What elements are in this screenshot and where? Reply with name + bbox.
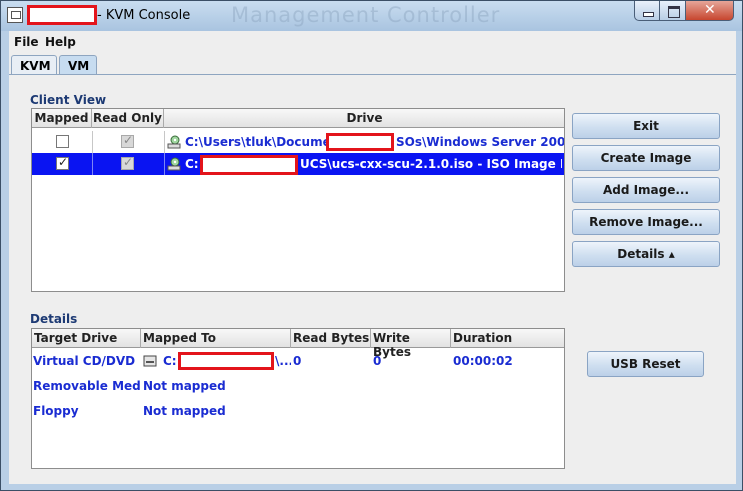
drive-path-prefix: C: <box>185 157 199 171</box>
table-row[interactable]: ✓ C:\Users\tluk\Documents SOs\Windows Se… <box>32 131 564 153</box>
kvm-console-window: Management Controller - KVM Console ✕ Fi… <box>0 0 743 491</box>
table-row-selected[interactable]: ✓ ✓ C: UCS\ucs-cxx-scu-2.1.0.iso - ISO I… <box>32 153 564 175</box>
cell-divider <box>164 153 165 175</box>
table-row: Floppy Not mapped <box>32 400 564 422</box>
redacted-path <box>178 352 274 370</box>
table-row: Virtual CD/DVD C: \... 0 0 00:00:02 <box>32 350 564 372</box>
window-icon <box>7 7 23 23</box>
mapped-to-prefix: Not mapped <box>143 379 226 393</box>
target-drive: Virtual CD/DVD <box>33 354 136 368</box>
menu-bar: File Help <box>9 31 736 53</box>
client-view-label: Client View <box>30 93 107 107</box>
usb-reset-button[interactable]: USB Reset <box>587 351 704 377</box>
details-button[interactable]: Details ▴ <box>572 241 720 267</box>
mapped-checkbox[interactable] <box>56 135 69 148</box>
tab-strip: KVM VM <box>9 55 736 75</box>
col-target-drive[interactable]: Target Drive <box>32 329 141 348</box>
cell-divider <box>92 153 93 175</box>
cd-drive-icon <box>143 355 157 367</box>
read-bytes: 0 <box>293 354 302 368</box>
col-mapped-to[interactable]: Mapped To <box>141 329 291 348</box>
title-bar[interactable]: Management Controller - KVM Console ✕ <box>1 1 742 31</box>
mapped-to-prefix: Not mapped <box>143 404 226 418</box>
title-watermark: Management Controller <box>231 3 501 27</box>
mapped-to-suffix: \... <box>275 354 291 368</box>
tab-kvm[interactable]: KVM <box>11 55 57 75</box>
mapped-checkbox[interactable]: ✓ <box>56 155 69 170</box>
details-label: Details <box>30 312 78 326</box>
cd-drive-icon <box>167 135 181 149</box>
create-image-button[interactable]: Create Image <box>572 145 720 171</box>
write-bytes: 0 <box>373 354 382 368</box>
col-drive[interactable]: Drive <box>164 109 565 128</box>
tab-vm[interactable]: VM <box>59 55 97 75</box>
minimize-icon[interactable] <box>634 1 660 21</box>
tab-divider <box>9 74 736 75</box>
table-row: Removable Media Not mapped <box>32 375 564 397</box>
client-view-table[interactable]: Mapped Read Only Drive ✓ C:\Users\tluk\D… <box>31 108 565 292</box>
remove-image-button[interactable]: Remove Image... <box>572 209 720 235</box>
duration: 00:00:02 <box>453 354 513 368</box>
redacted-path <box>200 155 298 175</box>
read-only-checkbox: ✓ <box>121 133 134 148</box>
details-header: Target Drive Mapped To Read Bytes Write … <box>32 329 565 359</box>
cd-drive-icon <box>167 157 181 171</box>
target-drive: Floppy <box>33 404 79 418</box>
redacted-path <box>326 133 394 151</box>
maximize-icon[interactable] <box>660 1 686 21</box>
col-read-only[interactable]: Read Only <box>92 109 164 128</box>
drive-path-suffix: SOs\Windows Server 2008 ... <box>396 135 564 149</box>
redacted-hostname <box>27 5 97 25</box>
menu-help[interactable]: Help <box>45 35 76 49</box>
exit-button[interactable]: Exit <box>572 113 720 139</box>
drive-path-suffix: UCS\ucs-cxx-scu-2.1.0.iso - ISO Image Fi… <box>300 157 562 171</box>
cell-divider <box>164 131 165 153</box>
add-image-button[interactable]: Add Image... <box>572 177 720 203</box>
drive-path-prefix: C:\Users\tluk\Documents <box>185 135 326 149</box>
client-area: File Help KVM VM Client View Mapped Read… <box>9 31 736 484</box>
close-icon[interactable]: ✕ <box>686 1 734 21</box>
menu-file[interactable]: File <box>14 35 39 49</box>
col-write-bytes[interactable]: Write Bytes <box>371 329 451 359</box>
window-title: - KVM Console <box>97 8 191 23</box>
read-only-checkbox: ✓ <box>121 155 134 170</box>
details-table[interactable]: Target Drive Mapped To Read Bytes Write … <box>31 328 565 469</box>
col-duration[interactable]: Duration <box>451 329 565 348</box>
col-read-bytes[interactable]: Read Bytes <box>291 329 371 348</box>
cell-divider <box>92 131 93 153</box>
col-mapped[interactable]: Mapped <box>32 109 92 128</box>
mapped-to-prefix: C: <box>163 354 177 368</box>
target-drive: Removable Media <box>33 379 141 393</box>
client-view-header: Mapped Read Only Drive <box>32 109 564 128</box>
